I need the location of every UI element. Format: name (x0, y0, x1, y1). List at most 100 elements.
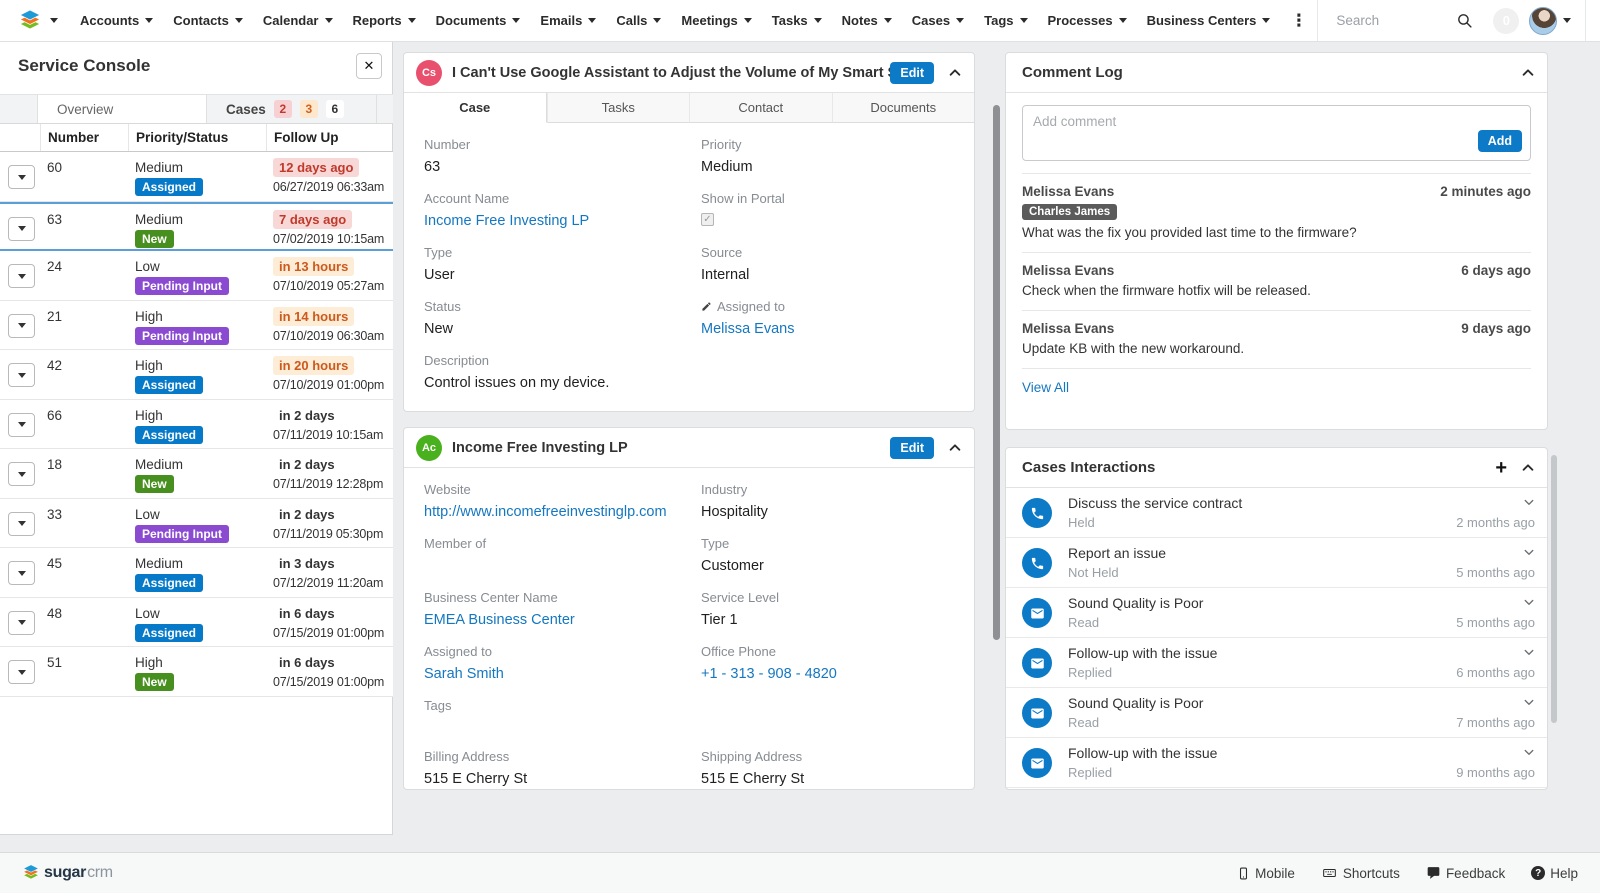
search-input[interactable] (1334, 12, 1452, 29)
collapse-interactions-icon[interactable] (1521, 461, 1535, 475)
interactions-header: Cases Interactions + (1006, 448, 1547, 488)
row-actions-button[interactable] (8, 462, 35, 486)
nav-item-contacts[interactable]: Contacts (163, 0, 253, 41)
row-actions-button[interactable] (8, 561, 35, 585)
chevron-down-icon[interactable] (1523, 746, 1535, 758)
table-row-case-63[interactable]: 63MediumNew7 days ago07/02/2019 10:15am (0, 202, 393, 252)
nav-item-accounts[interactable]: Accounts (70, 0, 163, 41)
website-link[interactable]: http://www.incomefreeinvestinglp.com (424, 504, 677, 520)
middle-column-scrollbar[interactable] (993, 105, 1000, 640)
chevron-down-icon[interactable] (1523, 496, 1535, 508)
sugarcrm-logo[interactable]: sugar crm (22, 863, 113, 883)
header-follow-up[interactable]: Follow Up (266, 124, 393, 151)
interaction-row[interactable]: Report an issueNot Held5 months ago (1006, 538, 1547, 588)
quick-create-button[interactable]: + (1586, 9, 1600, 33)
nav-item-processes[interactable]: Processes (1038, 0, 1137, 41)
footer-link-feedback[interactable]: Feedback (1426, 866, 1505, 881)
case-detail-card: Cs I Can't Use Google Assistant to Adjus… (403, 52, 975, 412)
interaction-row[interactable]: Follow-up with the issueReplied6 months … (1006, 638, 1547, 688)
close-console-button[interactable]: ✕ (356, 53, 382, 79)
interaction-status: Replied (1068, 665, 1112, 680)
nav-item-cases[interactable]: Cases (902, 0, 974, 41)
row-actions-button[interactable] (8, 363, 35, 387)
collapse-case-icon[interactable] (948, 66, 962, 80)
business-center-link[interactable]: EMEA Business Center (424, 612, 677, 628)
table-row-case-42[interactable]: 42HighAssignedin 20 hours07/10/2019 01:0… (0, 350, 393, 400)
notifications-badge[interactable]: 0 (1493, 8, 1519, 34)
account-name-link[interactable]: Income Free Investing LP (424, 213, 677, 229)
field-label: Type (424, 245, 677, 260)
chevron-down-icon[interactable] (1523, 646, 1535, 658)
nav-item-tasks[interactable]: Tasks (762, 0, 832, 41)
field-label: Account Name (424, 191, 677, 206)
collapse-comment-log-icon[interactable] (1521, 66, 1535, 80)
tab-cases-label: Cases (226, 102, 266, 117)
tab-contact[interactable]: Contact (689, 93, 832, 123)
footer-link-mobile[interactable]: Mobile (1237, 866, 1295, 881)
table-row-case-45[interactable]: 45MediumAssignedin 3 days07/12/2019 11:2… (0, 548, 393, 598)
chevron-down-icon[interactable] (1523, 546, 1535, 558)
nav-item-reports[interactable]: Reports (343, 0, 426, 41)
table-row-case-48[interactable]: 48LowAssignedin 6 days07/15/2019 01:00pm (0, 598, 393, 648)
table-row-case-33[interactable]: 33LowPending Inputin 2 days07/11/2019 05… (0, 499, 393, 549)
row-actions-button[interactable] (8, 165, 35, 189)
edit-account-button[interactable]: Edit (890, 437, 934, 459)
collapse-account-icon[interactable] (948, 441, 962, 455)
row-actions-button[interactable] (8, 660, 35, 684)
interaction-row[interactable]: Sound Quality is PoorRead5 months ago (1006, 588, 1547, 638)
row-actions-button[interactable] (8, 611, 35, 635)
field-label: Shipping Address (701, 749, 954, 764)
tab-cases[interactable]: Cases 2 3 6 (207, 95, 377, 123)
chevron-down-icon[interactable] (1563, 18, 1571, 23)
header-priority-status[interactable]: Priority/Status (128, 124, 266, 151)
nav-item-calendar[interactable]: Calendar (253, 0, 343, 41)
nav-item-emails[interactable]: Emails (530, 0, 606, 41)
add-interaction-icon[interactable]: + (1495, 458, 1507, 478)
nav-item-documents[interactable]: Documents (426, 0, 531, 41)
right-column-scrollbar[interactable] (1551, 455, 1557, 723)
add-comment-button[interactable]: Add (1478, 130, 1522, 152)
user-avatar[interactable] (1529, 7, 1557, 35)
tab-overview[interactable]: Overview (37, 95, 207, 123)
office-phone-link[interactable]: +1 - 313 - 908 - 4820 (701, 666, 954, 682)
show-in-portal-checkbox[interactable]: ✓ (701, 213, 714, 226)
row-actions-button[interactable] (8, 314, 35, 338)
table-row-case-66[interactable]: 66HighAssignedin 2 days07/11/2019 10:15a… (0, 400, 393, 450)
chevron-down-icon[interactable] (1523, 596, 1535, 608)
assigned-to-link[interactable]: Melissa Evans (701, 321, 954, 337)
nav-item-business-centers[interactable]: Business Centers (1137, 0, 1281, 41)
nav-item-notes[interactable]: Notes (832, 0, 902, 41)
header-number[interactable]: Number (40, 124, 128, 151)
table-row-case-21[interactable]: 21HighPending Inputin 14 hours07/10/2019… (0, 301, 393, 351)
nav-item-meetings[interactable]: Meetings (671, 0, 761, 41)
tab-case[interactable]: Case (404, 93, 547, 123)
edit-case-button[interactable]: Edit (890, 62, 934, 84)
interaction-time: 7 months ago (1456, 715, 1535, 730)
interaction-row[interactable]: Sound Quality is PoorRead7 months ago (1006, 688, 1547, 738)
workspace: Service Console ✕ Overview Cases 2 3 6 N… (0, 42, 1600, 852)
tab-tasks[interactable]: Tasks (547, 93, 690, 123)
more-menu-button[interactable]: ⋮ (1280, 11, 1317, 31)
field-show-in-portal: Show in Portal ✓ (701, 191, 954, 229)
table-row-case-60[interactable]: 60MediumAssigned12 days ago06/27/2019 06… (0, 152, 393, 202)
interaction-row[interactable]: Follow-up with the issueReplied9 months … (1006, 738, 1547, 788)
interaction-row[interactable]: Discuss the service contractHeld2 months… (1006, 488, 1547, 538)
search-icon[interactable] (1456, 12, 1473, 29)
tab-documents[interactable]: Documents (832, 93, 975, 123)
row-actions-button[interactable] (8, 217, 35, 241)
table-row-case-51[interactable]: 51HighNewin 6 days07/15/2019 01:00pm (0, 647, 393, 697)
table-row-case-24[interactable]: 24LowPending Inputin 13 hours07/10/2019 … (0, 251, 393, 301)
view-all-link[interactable]: View All (1022, 369, 1531, 406)
footer-link-shortcuts[interactable]: Shortcuts (1321, 866, 1400, 881)
footer-link-help[interactable]: ? Help (1531, 866, 1578, 881)
table-row-case-18[interactable]: 18MediumNewin 2 days07/11/2019 12:28pm (0, 449, 393, 499)
account-assigned-link[interactable]: Sarah Smith (424, 666, 677, 682)
row-actions-button[interactable] (8, 413, 35, 437)
app-logo[interactable] (0, 0, 70, 41)
add-comment-input[interactable] (1023, 106, 1530, 160)
chevron-down-icon[interactable] (1523, 696, 1535, 708)
nav-item-tags[interactable]: Tags (974, 0, 1037, 41)
row-actions-button[interactable] (8, 512, 35, 536)
nav-item-calls[interactable]: Calls (606, 0, 671, 41)
row-actions-button[interactable] (8, 264, 35, 288)
